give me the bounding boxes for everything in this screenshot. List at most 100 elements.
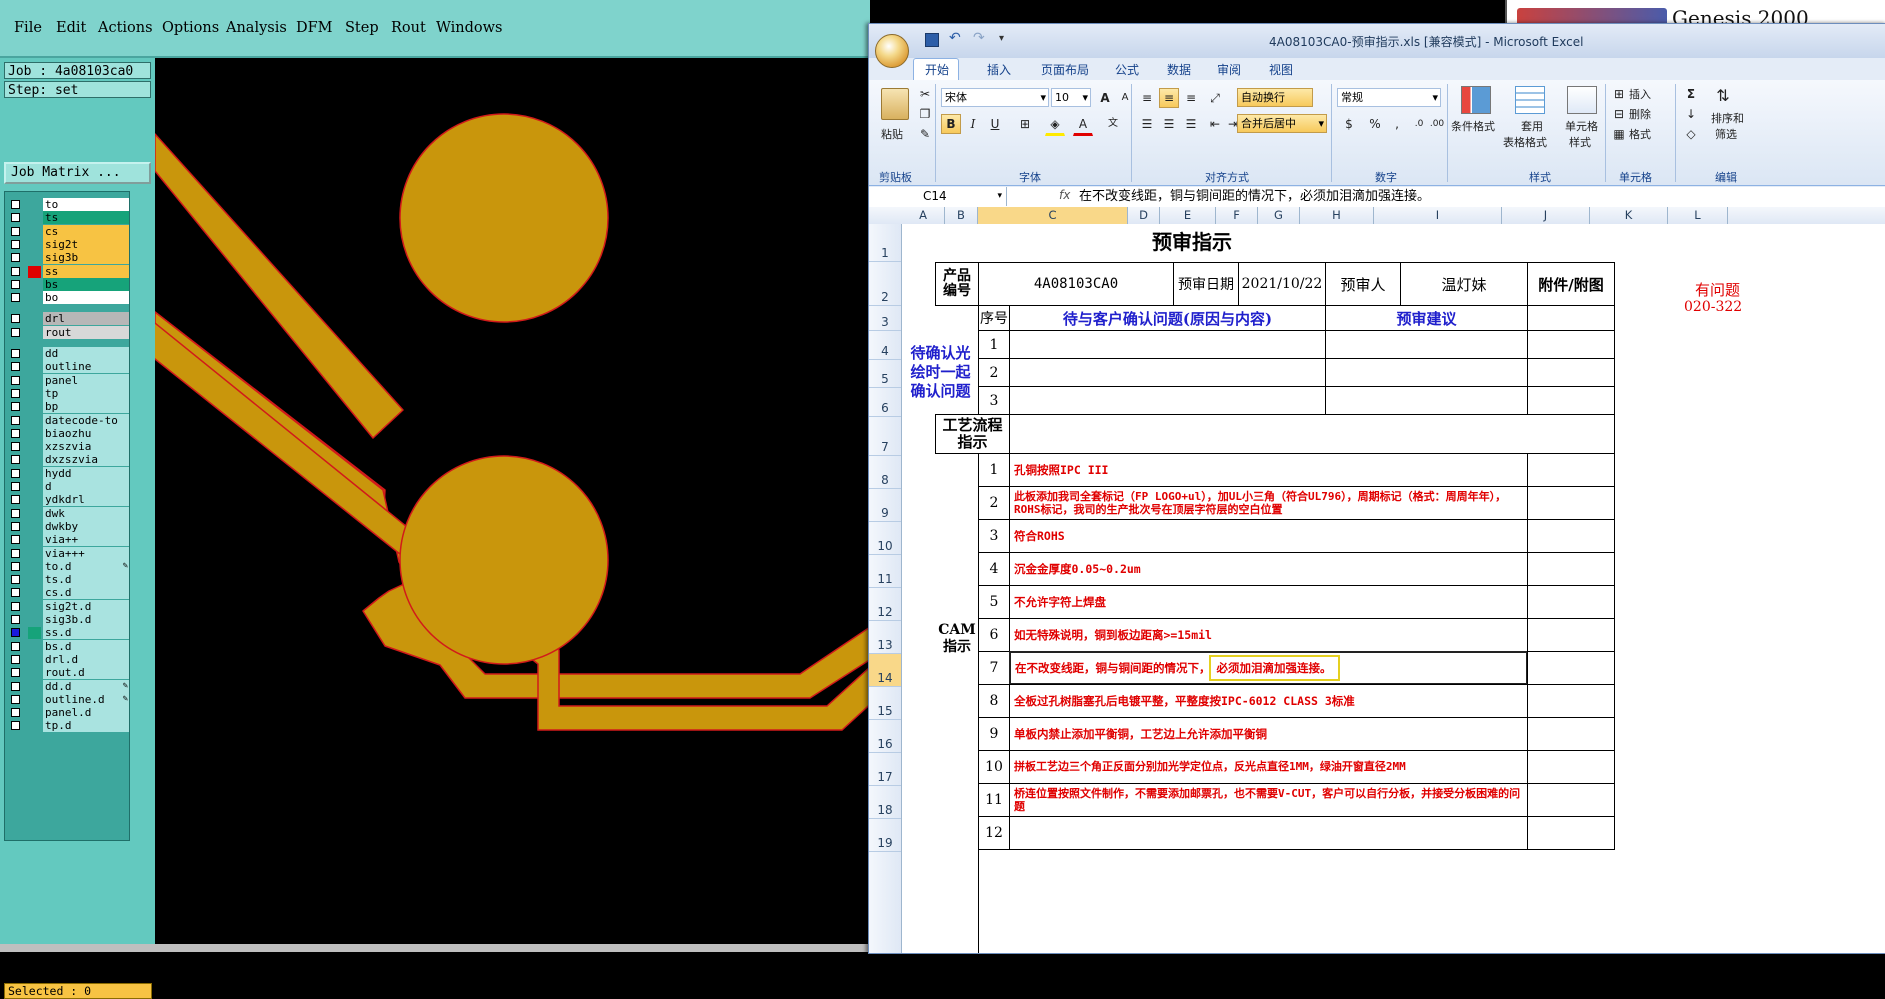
layer-checkbox[interactable]: [11, 654, 20, 664]
layer-checkbox[interactable]: [11, 200, 20, 209]
cam-item-text-selected[interactable]: 在不改变线距，铜与铜间距的情况下， 必须加泪滴加强连接。: [1009, 651, 1528, 685]
layer-checkbox[interactable]: [11, 428, 20, 438]
layer-row-sig3b-d[interactable]: sig3b.d: [7, 613, 129, 627]
layer-row-dwkby[interactable]: dwkby: [7, 519, 129, 534]
align-bottom-icon[interactable]: ≡: [1181, 88, 1201, 108]
delete-cells-button[interactable]: 删除: [1629, 106, 1651, 122]
layer-checkbox[interactable]: [11, 415, 20, 425]
job-field[interactable]: Job : 4a08103ca0: [4, 62, 151, 79]
bold-icon[interactable]: B: [941, 114, 961, 134]
step-field[interactable]: Step: set: [4, 81, 151, 98]
tab-home[interactable]: 开始: [925, 61, 949, 78]
layer-name[interactable]: ydkdrl: [43, 493, 129, 507]
layer-name[interactable]: dxzszvia: [43, 453, 129, 467]
row-header[interactable]: 7: [869, 417, 901, 456]
layer-checkbox[interactable]: [11, 213, 20, 223]
column-header[interactable]: G: [1258, 207, 1300, 224]
layer-checkbox[interactable]: [11, 521, 20, 531]
process-cell[interactable]: [1009, 414, 1615, 454]
layer-checkbox[interactable]: [11, 708, 20, 718]
layer-row-rout[interactable]: rout: [7, 325, 129, 340]
layer-checkbox[interactable]: [11, 482, 20, 491]
layer-row-tp-d[interactable]: tp.d: [7, 719, 129, 733]
cam-item-text[interactable]: 符合ROHS: [1009, 519, 1528, 553]
layer-name[interactable]: drl: [43, 312, 129, 326]
column-header[interactable]: A: [902, 207, 945, 224]
column-header[interactable]: J: [1502, 207, 1590, 224]
cam-item-text[interactable]: [1009, 816, 1528, 850]
layer-checkbox[interactable]: [11, 253, 20, 263]
menu-dfm[interactable]: DFM: [296, 20, 333, 36]
cam-item-attach[interactable]: [1527, 552, 1615, 586]
layer-name[interactable]: sig3b: [43, 251, 129, 265]
layer-name[interactable]: ss.d: [43, 626, 129, 640]
row-header[interactable]: 8: [869, 456, 901, 489]
layer-name[interactable]: tp: [43, 386, 129, 400]
cam-item-text[interactable]: 此板添加我司全套标记（FP LOGO+ul），加UL小三角（符合UL796），周…: [1009, 486, 1528, 520]
column-header[interactable]: D: [1128, 207, 1160, 224]
layer-name[interactable]: rout: [43, 325, 129, 339]
underline-icon[interactable]: U: [985, 114, 1005, 134]
worksheet-grid[interactable]: 预审指示 产品编号 4A08103CA0 预审日期 2021/10/22 预审人…: [902, 224, 1885, 953]
comma-icon[interactable]: ,: [1387, 114, 1407, 134]
fill-icon[interactable]: ↓: [1681, 104, 1701, 124]
confirm-issue-cell[interactable]: [1009, 386, 1326, 415]
layer-row-to[interactable]: to: [7, 198, 129, 212]
menu-actions[interactable]: Actions: [98, 20, 153, 36]
decrease-indent-icon[interactable]: ⇤: [1205, 114, 1225, 134]
cam-item-attach[interactable]: [1527, 816, 1615, 850]
layer-row-bp[interactable]: bp: [7, 400, 129, 414]
row-header[interactable]: 1: [869, 224, 901, 262]
column-header[interactable]: F: [1216, 207, 1258, 224]
layer-row-cs[interactable]: cs: [7, 224, 129, 239]
confirm-suggest-cell[interactable]: [1325, 386, 1528, 415]
paste-button[interactable]: 粘贴: [881, 126, 903, 142]
autosum-icon[interactable]: Σ: [1681, 84, 1701, 104]
layer-row-tp[interactable]: tp: [7, 386, 129, 401]
layer-row-datecode-to[interactable]: datecode-to: [7, 413, 129, 428]
undo-icon[interactable]: ↶: [949, 30, 961, 46]
layer-row-drl[interactable]: drl: [7, 312, 129, 326]
grow-font-icon[interactable]: A: [1095, 88, 1115, 108]
layer-name[interactable]: sig2t: [43, 237, 129, 251]
layer-row-sig3b[interactable]: sig3b: [7, 251, 129, 265]
layer-row-panel[interactable]: panel: [7, 373, 129, 388]
layer-name[interactable]: biaozhu: [43, 426, 129, 440]
confirm-suggest-cell[interactable]: [1325, 358, 1528, 387]
layer-name[interactable]: panel: [43, 373, 129, 387]
format-painter-icon[interactable]: ✎: [915, 124, 935, 144]
layer-name[interactable]: via++: [43, 533, 129, 547]
cam-item-attach[interactable]: [1527, 618, 1615, 652]
layer-name[interactable]: cs.d: [43, 586, 129, 600]
layer-checkbox[interactable]: [11, 561, 20, 571]
confirm-issue-cell[interactable]: [1009, 330, 1326, 359]
percent-icon[interactable]: %: [1365, 114, 1385, 134]
cam-item-attach[interactable]: [1527, 684, 1615, 718]
table-format-icon[interactable]: [1515, 86, 1545, 114]
cam-item-attach[interactable]: [1527, 717, 1615, 751]
layer-name[interactable]: bs.d: [43, 639, 129, 653]
layer-checkbox[interactable]: [11, 668, 20, 678]
italic-icon[interactable]: I: [963, 114, 983, 134]
layer-checkbox[interactable]: [11, 327, 20, 337]
layer-row-ss-d[interactable]: ss.d: [7, 626, 129, 640]
layer-checkbox[interactable]: [11, 314, 20, 324]
cell-styles-label-1[interactable]: 单元格: [1565, 118, 1598, 134]
paste-icon[interactable]: [881, 88, 909, 120]
layer-checkbox[interactable]: [11, 239, 20, 249]
layer-name[interactable]: rout.d: [43, 666, 129, 680]
cam-item-attach[interactable]: [1527, 651, 1615, 685]
column-header[interactable]: C: [978, 207, 1128, 224]
layer-name[interactable]: datecode-to: [43, 413, 129, 427]
column-header[interactable]: B: [945, 207, 978, 224]
align-middle-icon[interactable]: ≡: [1159, 88, 1179, 108]
tab-data[interactable]: 数据: [1167, 61, 1191, 78]
layer-row-biaozhu[interactable]: biaozhu: [7, 426, 129, 441]
layer-name[interactable]: ss: [43, 264, 129, 278]
row-header[interactable]: 16: [869, 720, 901, 753]
tab-insert[interactable]: 插入: [987, 61, 1011, 78]
column-header[interactable]: K: [1590, 207, 1668, 224]
currency-icon[interactable]: $: [1339, 114, 1359, 134]
layer-checkbox[interactable]: [11, 694, 20, 704]
layer-checkbox[interactable]: [11, 628, 20, 638]
